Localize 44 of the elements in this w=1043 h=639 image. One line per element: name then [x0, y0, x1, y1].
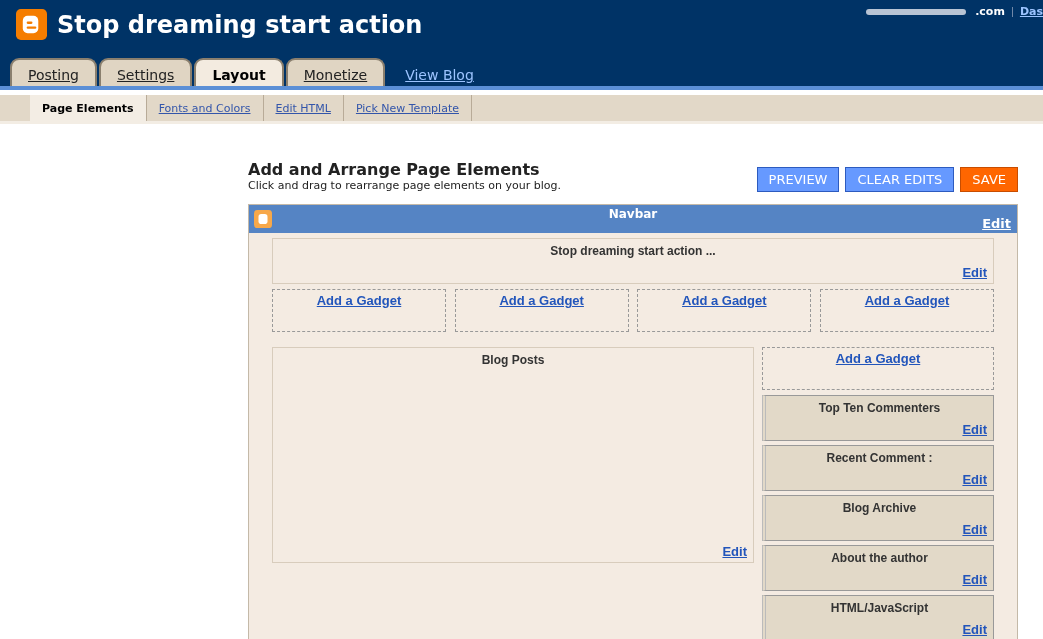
add-gadget-link[interactable]: Add a Gadget — [864, 293, 950, 308]
subtab[interactable]: Page Elements — [30, 95, 147, 121]
widget-title: Blog Posts — [480, 352, 546, 367]
subtab[interactable]: Edit HTML — [263, 95, 344, 121]
tab[interactable]: Layout — [194, 58, 284, 86]
view-blog-link[interactable]: View Blog — [405, 67, 474, 86]
add-gadget-link[interactable]: Add a Gadget — [682, 293, 767, 308]
blog-posts-widget[interactable]: Blog Posts Edit — [272, 347, 754, 563]
dashboard-link[interactable]: Das — [1019, 5, 1043, 18]
account-email: .com — [975, 5, 1005, 18]
edit-link[interactable]: Edit — [982, 216, 1011, 231]
blog-title: Stop dreaming start action — [57, 10, 423, 39]
edit-link[interactable]: Edit — [962, 472, 987, 487]
edit-link[interactable]: Edit — [962, 622, 987, 637]
sidebar-widget[interactable]: Blog Archive Edit — [762, 495, 994, 541]
sidebar-widget[interactable]: HTML/JavaScript Edit — [762, 595, 994, 639]
sidebar-widget[interactable]: Recent Comment : Edit — [762, 445, 994, 491]
navbar-title: Navbar — [608, 207, 658, 221]
sidebar-widget[interactable]: Top Ten Commenters Edit — [762, 395, 994, 441]
blogger-logo-icon — [16, 9, 47, 40]
edit-link[interactable]: Edit — [962, 572, 987, 587]
add-gadget-link[interactable]: Add a Gadget — [316, 293, 402, 308]
blogger-logo-icon — [254, 210, 272, 228]
edit-link[interactable]: Edit — [962, 265, 987, 280]
widget-title: HTML/JavaScript — [829, 600, 930, 615]
tab[interactable]: Monetize — [285, 58, 386, 86]
edit-link[interactable]: Edit — [962, 422, 987, 437]
page-heading: Add and Arrange Page Elements — [248, 160, 541, 179]
subtab[interactable]: Pick New Template — [343, 95, 472, 121]
page-subheading: Click and drag to rearrange page elements on your blog. — [248, 179, 561, 192]
edit-link[interactable]: Edit — [722, 544, 747, 559]
widget-title: Recent Comment : — [825, 450, 934, 465]
widget-title: About the author — [830, 550, 929, 565]
sidebar-widget[interactable]: About the author Edit — [762, 545, 994, 591]
widget-title: Stop dreaming start action ... — [549, 243, 717, 258]
edit-link[interactable]: Edit — [962, 522, 987, 537]
subtab[interactable]: Fonts and Colors — [146, 95, 264, 121]
add-gadget-link[interactable]: Add a Gadget — [499, 293, 584, 308]
widget-title: Blog Archive — [841, 500, 918, 515]
widget-title: Top Ten Commenters — [817, 400, 942, 415]
header-widget[interactable]: Stop dreaming start action ... Edit — [272, 238, 994, 284]
tab[interactable]: Posting — [10, 58, 97, 86]
tab[interactable]: Settings — [98, 58, 193, 86]
add-gadget-link[interactable]: Add a Gadget — [835, 351, 921, 366]
